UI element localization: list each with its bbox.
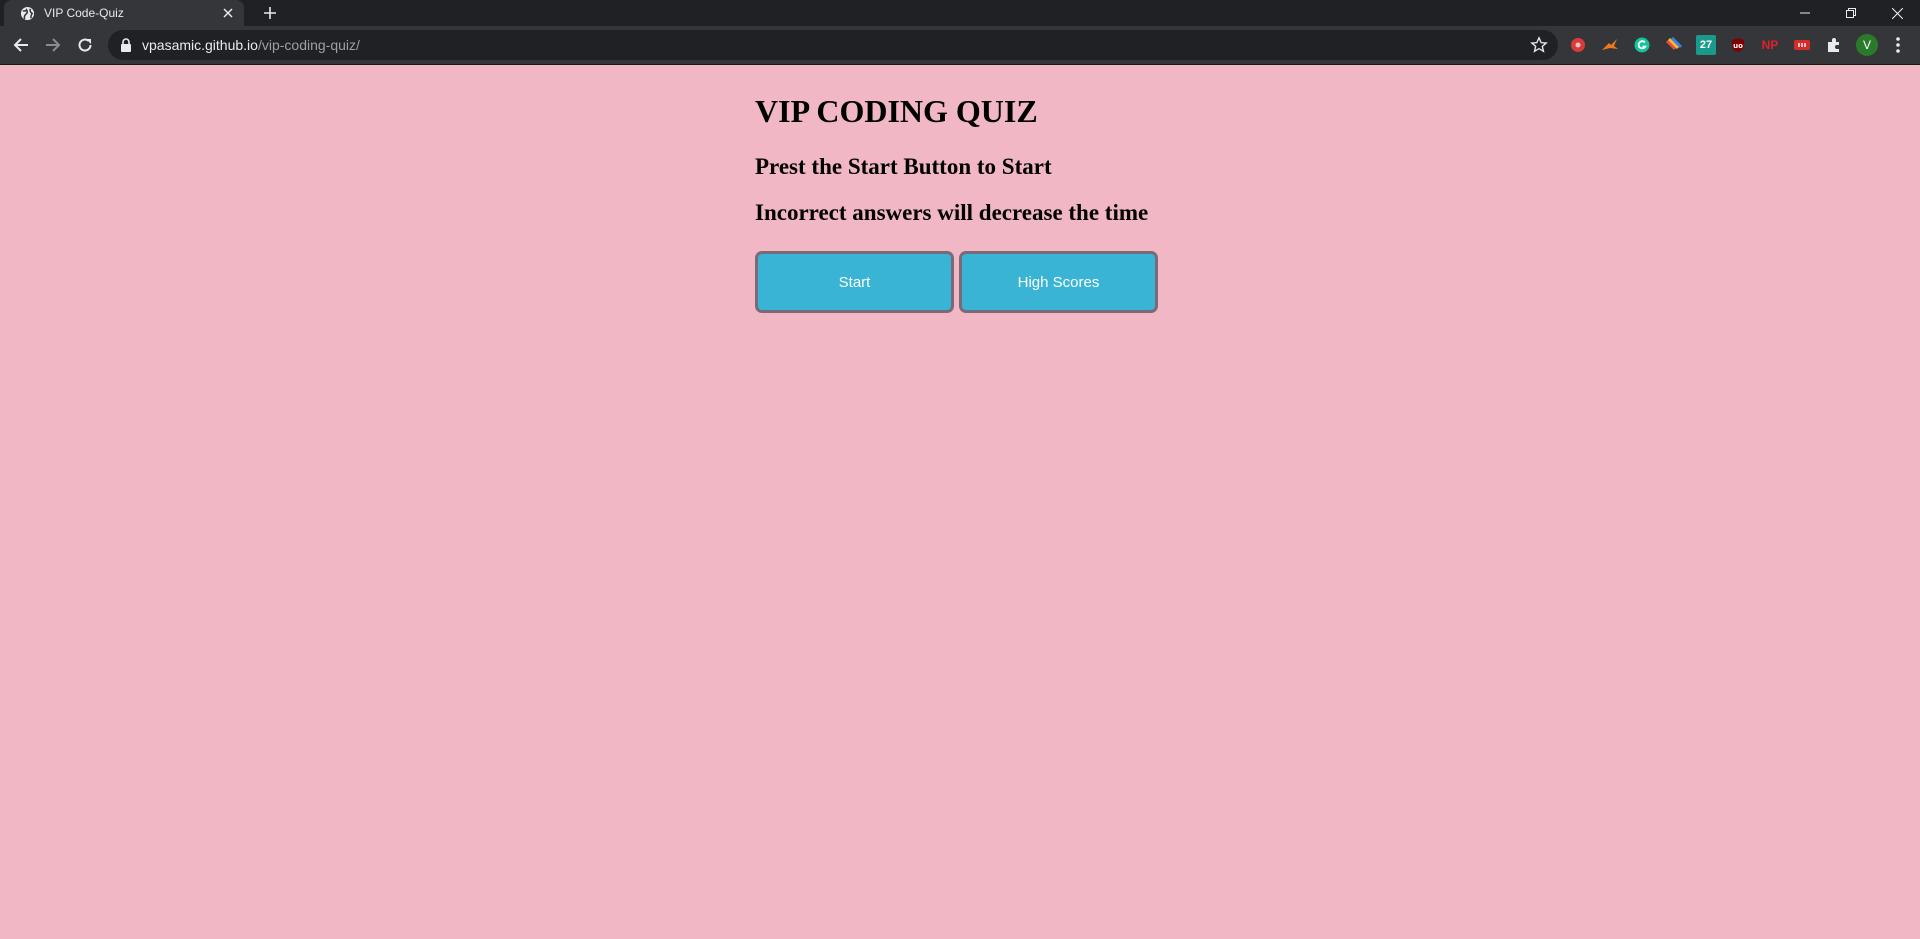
- calendar-27-icon[interactable]: 27: [1696, 35, 1716, 55]
- fox-icon[interactable]: [1600, 35, 1620, 55]
- close-tab-icon[interactable]: [220, 5, 236, 21]
- penalty-instruction: Incorrect answers will decrease the time: [755, 200, 1149, 225]
- tab-strip: VIP Code-Quiz: [0, 0, 1920, 26]
- start-button[interactable]: Start: [755, 251, 954, 313]
- bookmark-star-icon[interactable]: [1530, 36, 1548, 54]
- profile-avatar[interactable]: V: [1856, 34, 1878, 56]
- browser-tab[interactable]: VIP Code-Quiz: [4, 0, 244, 26]
- url-text: vpasamic.github.io/vip-coding-quiz/: [142, 30, 360, 60]
- np-icon[interactable]: NP: [1760, 35, 1780, 55]
- url-host: vpasamic.github.io: [142, 37, 258, 53]
- record-icon[interactable]: [1568, 35, 1588, 55]
- colorful-icon[interactable]: [1664, 35, 1684, 55]
- browser-toolbar: vpasamic.github.io/vip-coding-quiz/ 27 u…: [0, 26, 1920, 64]
- svg-text:uo: uo: [1733, 42, 1743, 50]
- restore-icon[interactable]: [1828, 0, 1874, 26]
- toolbar-divider: [0, 64, 1920, 65]
- ticket-icon[interactable]: [1792, 35, 1812, 55]
- new-tab-icon[interactable]: [260, 0, 280, 26]
- tab-title: VIP Code-Quiz: [44, 6, 124, 20]
- forward-arrow-icon[interactable]: [41, 33, 65, 57]
- lock-icon: [120, 38, 132, 52]
- grammarly-icon[interactable]: [1632, 35, 1652, 55]
- start-instruction: Prest the Start Button to Start: [755, 154, 1052, 179]
- close-window-icon[interactable]: [1874, 0, 1920, 26]
- url-path: /vip-coding-quiz/: [257, 37, 360, 53]
- high-scores-button[interactable]: High Scores: [959, 251, 1158, 313]
- address-bar[interactable]: vpasamic.github.io/vip-coding-quiz/: [108, 30, 1558, 60]
- puzzle-icon[interactable]: [1824, 35, 1844, 55]
- back-arrow-icon[interactable]: [9, 33, 33, 57]
- globe-icon: [20, 6, 35, 21]
- ublock-icon[interactable]: uo: [1728, 35, 1748, 55]
- minimize-icon[interactable]: [1782, 0, 1828, 26]
- reload-icon[interactable]: [73, 33, 97, 57]
- more-menu-icon[interactable]: [1888, 35, 1908, 55]
- page-title: VIP CODING QUIZ: [755, 93, 1038, 129]
